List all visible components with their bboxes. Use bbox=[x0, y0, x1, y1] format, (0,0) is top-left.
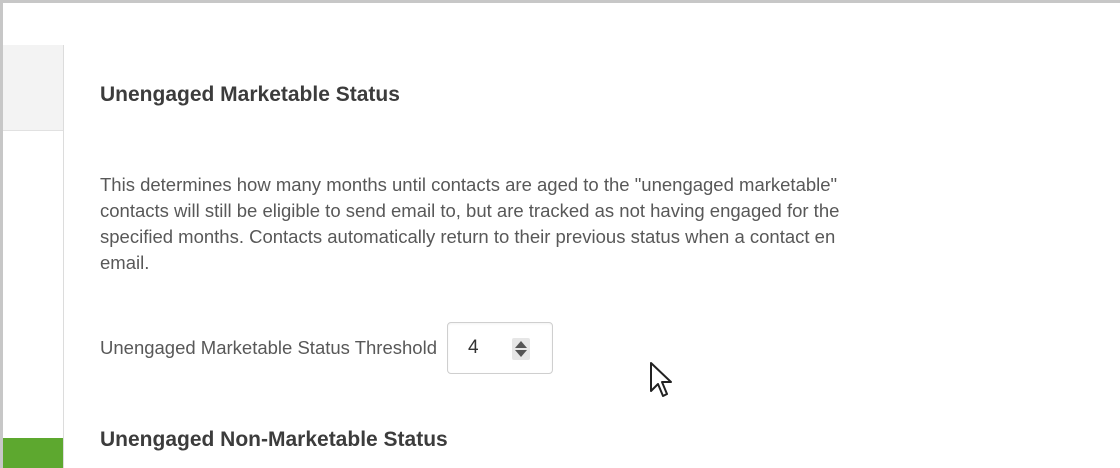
threshold-label: Unengaged Marketable Status Threshold bbox=[100, 337, 437, 358]
nav-tab[interactable] bbox=[3, 45, 63, 131]
section-description: This determines how many months until co… bbox=[100, 172, 1120, 276]
settings-content: Unengaged Marketable Status This determi… bbox=[100, 3, 1120, 468]
spin-up-arrow[interactable] bbox=[514, 341, 527, 348]
description-line: This determines how many months until co… bbox=[100, 174, 838, 195]
description-line: email. bbox=[100, 252, 150, 273]
left-nav bbox=[3, 45, 64, 468]
nav-tab-active[interactable] bbox=[3, 438, 63, 468]
up-down-spinner-icon[interactable] bbox=[511, 338, 530, 360]
threshold-row: Unengaged Marketable Status Threshold 4 bbox=[100, 321, 553, 375]
section-title-unengaged-marketable: Unengaged Marketable Status bbox=[100, 83, 400, 106]
spin-down-arrow[interactable] bbox=[514, 350, 527, 357]
section-title-unengaged-non-marketable: Unengaged Non-Marketable Status bbox=[100, 428, 448, 451]
mouse-pointer-icon bbox=[649, 361, 673, 399]
threshold-value[interactable]: 4 bbox=[468, 337, 479, 359]
description-line: specified months. Contacts automatically… bbox=[100, 226, 836, 247]
description-line: contacts will still be eligible to send … bbox=[100, 200, 840, 221]
threshold-stepper[interactable]: 4 bbox=[446, 322, 553, 374]
settings-panel: Unengaged Marketable Status This determi… bbox=[0, 0, 1120, 468]
